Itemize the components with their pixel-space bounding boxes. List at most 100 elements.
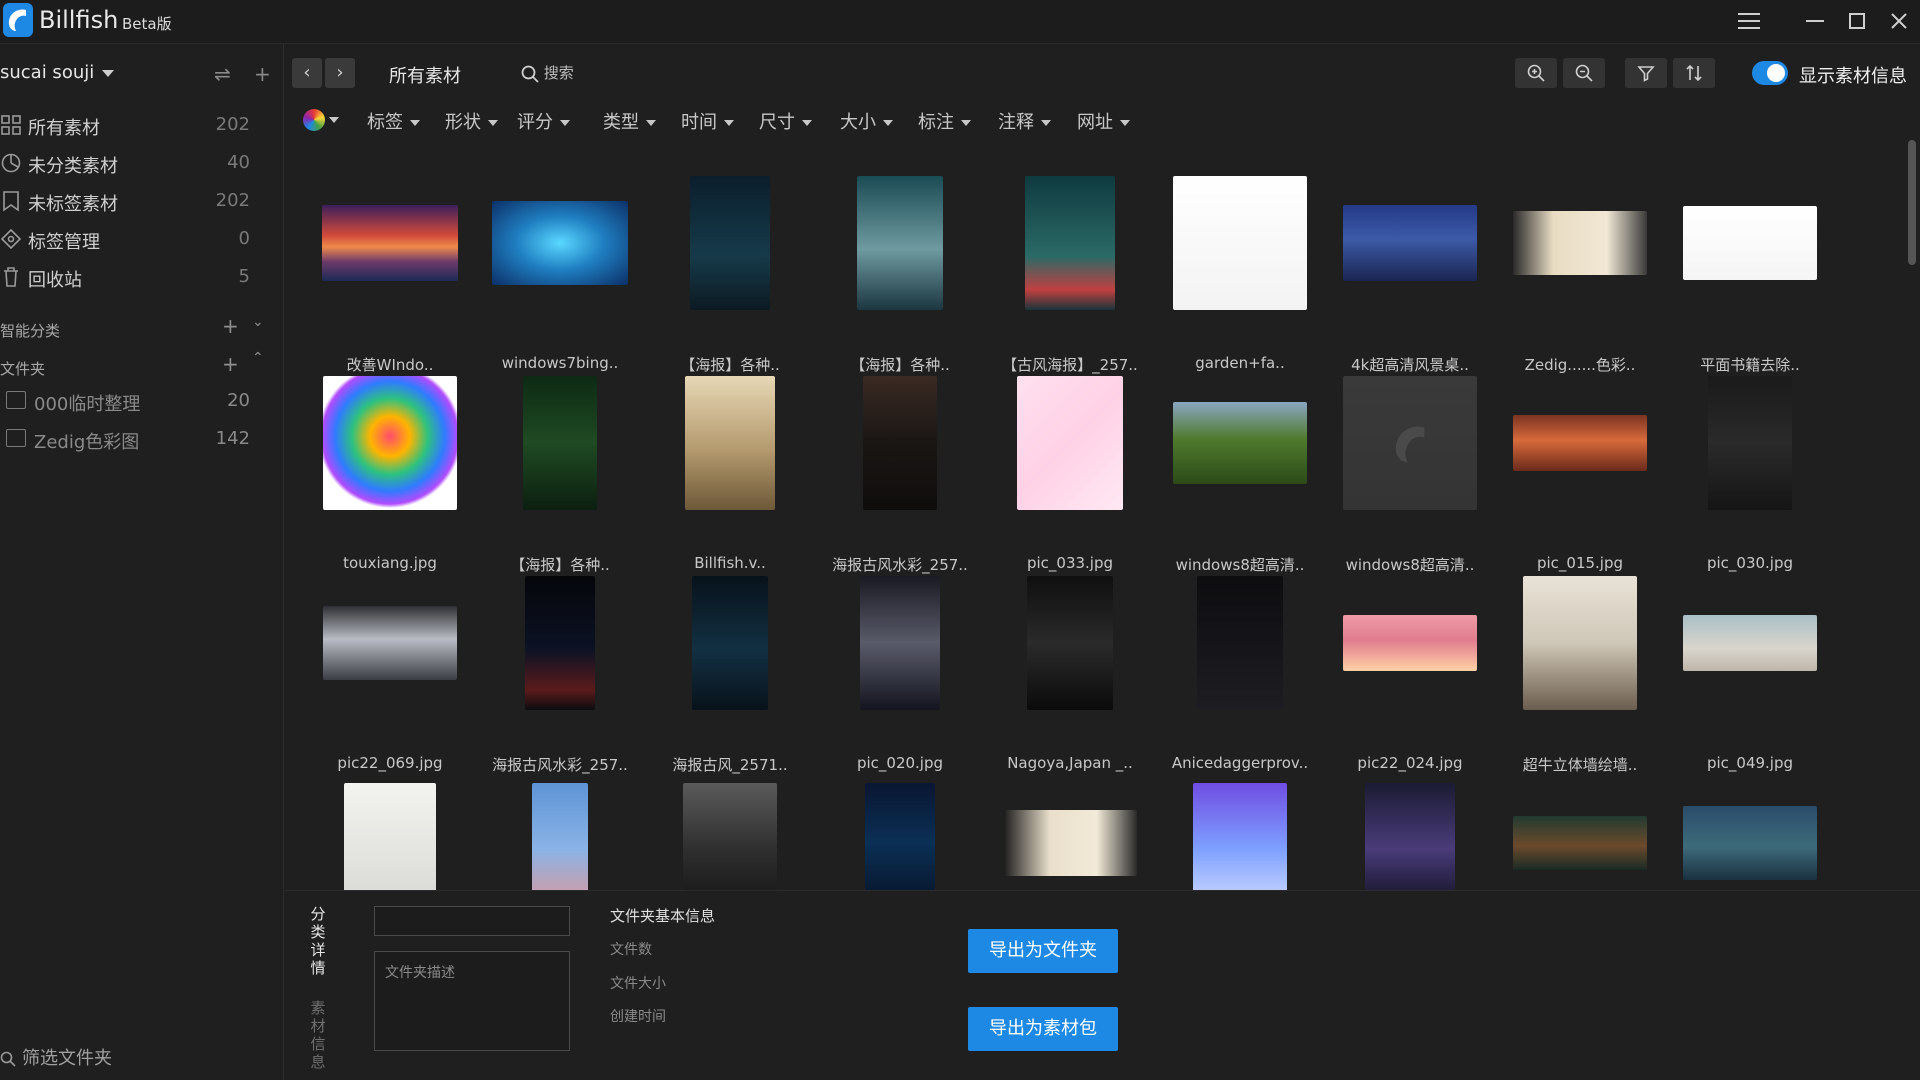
library-switcher[interactable]: sucai souji [0, 62, 115, 83]
asset-tile[interactable]: 海报古风水彩_257.. [475, 576, 645, 774]
filter-4[interactable]: 时间 [681, 108, 734, 134]
minimize-icon[interactable] [1802, 8, 1828, 34]
add-smart-category-icon[interactable]: + [222, 314, 239, 338]
sort-button[interactable] [1673, 58, 1715, 88]
search-icon [0, 1048, 16, 1069]
export-folder-button[interactable]: 导出为文件夹 [968, 929, 1118, 973]
asset-tile[interactable] [645, 776, 815, 902]
asset-tile[interactable]: pic_030.jpg [1665, 376, 1835, 572]
sidebar-item-tag-management[interactable]: 标签管理 0 [0, 224, 260, 258]
filter-0[interactable]: 标签 [367, 108, 420, 134]
asset-tile[interactable] [1325, 776, 1495, 902]
folder-description-placeholder: 文件夹描述 [385, 965, 455, 981]
asset-tile[interactable] [815, 776, 985, 902]
filter-folders[interactable]: 筛选文件夹 [0, 1044, 112, 1070]
add-folder-icon[interactable]: + [222, 352, 239, 376]
export-pack-button[interactable]: 导出为素材包 [968, 1007, 1118, 1051]
filter-1[interactable]: 形状 [445, 108, 498, 134]
folder-description-input[interactable]: 文件夹描述 [374, 951, 570, 1051]
asset-tile[interactable] [1665, 776, 1835, 902]
asset-tile[interactable]: 【海报】各种.. [645, 176, 815, 374]
folder-item[interactable]: 000临时整理 20 [0, 386, 260, 420]
folder-label: 000临时整理 [34, 394, 141, 415]
asset-thumbnail [1513, 211, 1647, 275]
asset-tile[interactable]: Nagoya,Japan _.. [985, 576, 1155, 772]
tab-category-details[interactable]: 分类详情 [309, 905, 327, 977]
asset-thumbnail [1343, 205, 1477, 281]
sidebar-item-trash[interactable]: 回收站 5 [0, 262, 260, 296]
filter-8[interactable]: 注释 [998, 108, 1051, 134]
asset-tile[interactable] [1155, 776, 1325, 902]
asset-tile[interactable]: Billfish.v.. [645, 376, 815, 572]
chevron-down-icon[interactable]: ⌄ [252, 314, 264, 330]
swap-icon[interactable]: ⇌ [214, 62, 231, 86]
asset-tile[interactable]: 超牛立体墙绘墙.. [1495, 576, 1665, 774]
asset-tile[interactable]: pic_033.jpg [985, 376, 1155, 572]
asset-name: Nagoya,Japan _.. [1007, 754, 1133, 772]
asset-thumbnail [1173, 402, 1307, 484]
maximize-icon[interactable] [1844, 8, 1870, 34]
forward-button[interactable]: › [325, 58, 355, 88]
asset-thumbnail [1193, 783, 1287, 902]
filter-button[interactable] [1625, 58, 1667, 88]
chevron-up-icon[interactable]: ⌃ [252, 350, 264, 366]
tab-asset-info[interactable]: 素材信息 [309, 999, 327, 1071]
asset-tile[interactable]: 平面书籍去除.. [1665, 176, 1835, 374]
asset-tile[interactable] [985, 776, 1155, 902]
asset-tile[interactable]: 4k超高清风景桌.. [1325, 176, 1495, 374]
filter-6[interactable]: 大小 [840, 108, 893, 134]
asset-tile[interactable]: 改善WIndo.. [305, 176, 475, 374]
asset-tile[interactable]: touxiang.jpg [305, 376, 475, 572]
folder-item[interactable]: Zedig色彩图 142 [0, 424, 260, 458]
detail-panel: 分类详情 素材信息 文件夹描述 文件夹基本信息 文件数 文件大小 创建时间 导出… [285, 890, 1920, 1080]
folder-name-input[interactable] [374, 906, 570, 936]
close-icon[interactable] [1886, 8, 1912, 34]
asset-thumbnail [692, 576, 768, 710]
scrollbar[interactable] [1908, 140, 1916, 265]
asset-tile[interactable]: pic_049.jpg [1665, 576, 1835, 772]
asset-tile[interactable]: 【海报】各种.. [815, 176, 985, 374]
asset-tile[interactable] [475, 776, 645, 902]
asset-name: 改善WIndo.. [346, 356, 434, 374]
asset-tile[interactable]: pic_015.jpg [1495, 376, 1665, 572]
sidebar-item-all[interactable]: 所有素材 202 [0, 110, 260, 144]
sidebar-item-untagged[interactable]: 未标签素材 202 [0, 186, 260, 220]
asset-tile[interactable]: pic_020.jpg [815, 576, 985, 772]
asset-tile[interactable] [1495, 776, 1665, 902]
folder-icon [6, 429, 26, 447]
search-input[interactable]: 搜索 [521, 62, 574, 83]
asset-tile[interactable]: garden+fa.. [1155, 176, 1325, 372]
asset-tile[interactable]: windows7bing.. [475, 176, 645, 372]
menu-icon[interactable] [1736, 8, 1762, 34]
asset-tile[interactable]: 海报古风_2571.. [645, 576, 815, 774]
show-info-toggle[interactable] [1752, 61, 1788, 85]
asset-tile[interactable]: 海报古风水彩_257.. [815, 376, 985, 574]
asset-tile[interactable]: Zedig......色彩.. [1495, 176, 1665, 374]
asset-tile[interactable]: pic22_069.jpg [305, 576, 475, 772]
filter-9[interactable]: 网址 [1077, 108, 1130, 134]
filter-3[interactable]: 类型 [603, 108, 656, 134]
asset-thumbnail [685, 376, 775, 510]
asset-tile[interactable]: windows8超高清.. [1155, 376, 1325, 574]
chevron-down-icon [410, 120, 420, 126]
asset-tile[interactable]: 【古风海报】_257.. [985, 176, 1155, 374]
back-button[interactable]: ‹ [292, 58, 322, 88]
asset-tile[interactable]: Anicedaggerprov.. [1155, 576, 1325, 772]
asset-tile[interactable]: 【海报】各种.. [475, 376, 645, 574]
asset-tile[interactable] [305, 776, 475, 902]
asset-thumbnail [323, 606, 457, 680]
asset-tile[interactable]: windows8超高清.. [1325, 376, 1495, 574]
asset-thumbnail [532, 783, 588, 902]
filter-5[interactable]: 尺寸 [759, 108, 812, 134]
color-filter-icon[interactable] [303, 109, 325, 131]
chevron-right-icon: › [336, 62, 344, 83]
zoom-out-button[interactable] [1563, 58, 1605, 88]
asset-tile[interactable]: pic22_024.jpg [1325, 576, 1495, 772]
filter-2[interactable]: 评分 [517, 108, 570, 134]
asset-name: Billfish.v.. [694, 554, 766, 572]
add-icon[interactable]: + [254, 62, 271, 86]
sidebar-item-uncategorized[interactable]: 未分类素材 40 [0, 148, 260, 182]
zoom-in-button[interactable] [1515, 58, 1557, 88]
chevron-down-icon [560, 120, 570, 126]
filter-7[interactable]: 标注 [918, 108, 971, 134]
